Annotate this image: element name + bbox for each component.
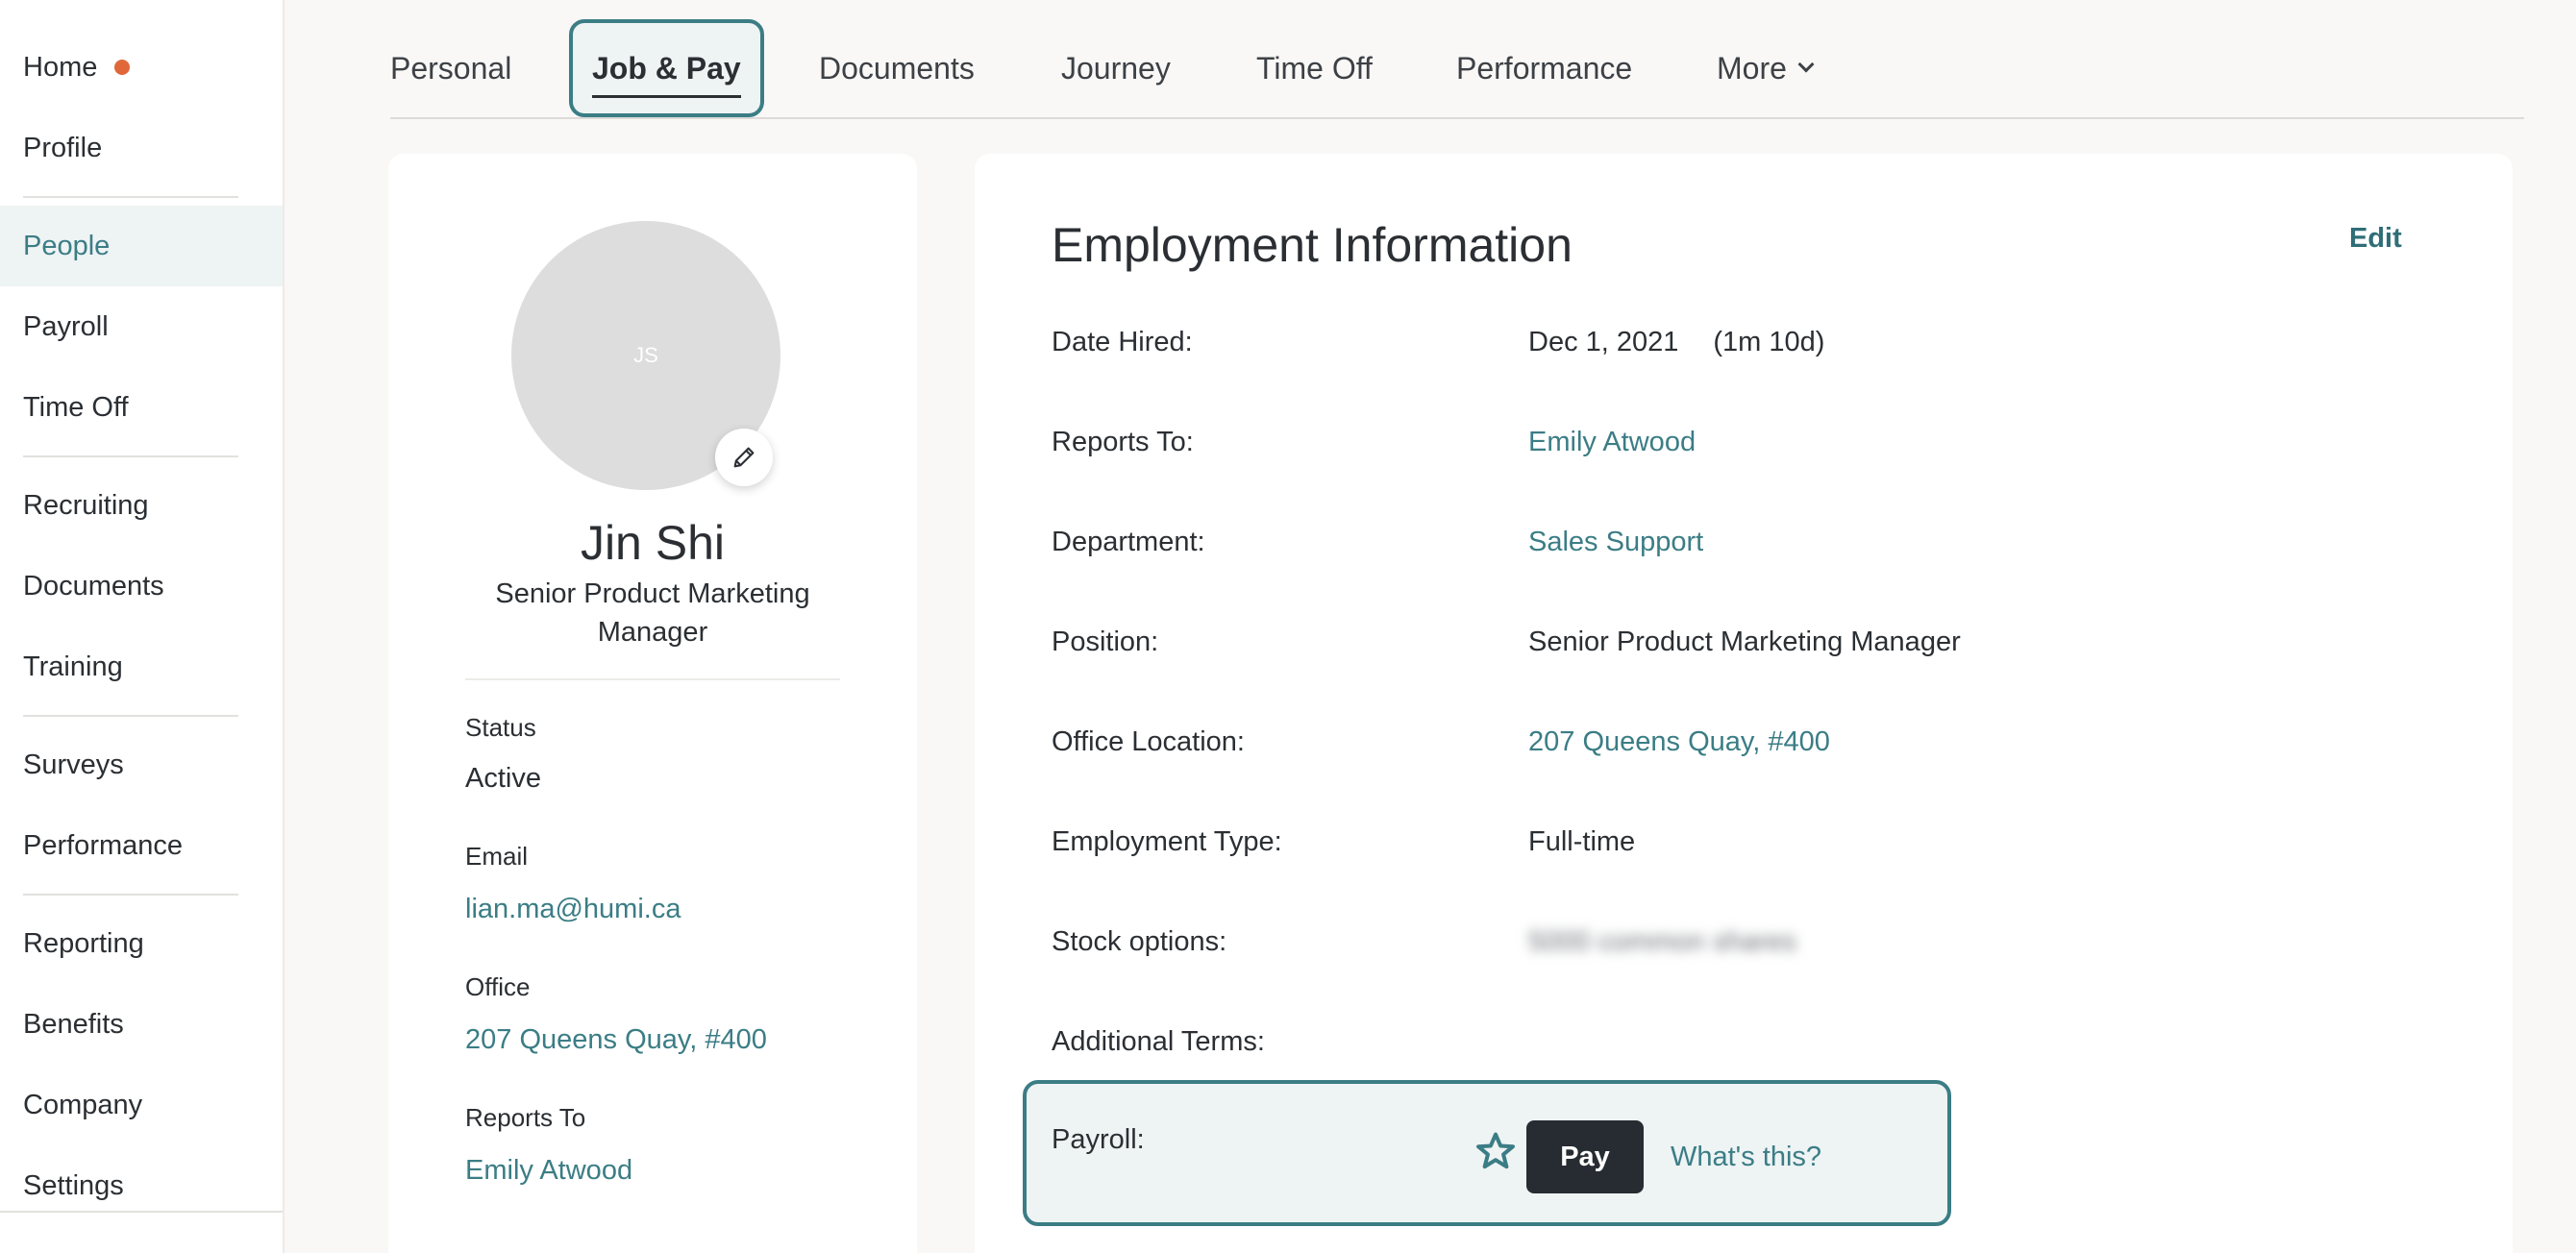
sidebar-item-documents[interactable]: Documents	[0, 546, 283, 626]
sidebar-item-settings[interactable]: Settings	[0, 1145, 283, 1226]
chevron-down-icon	[1797, 56, 1815, 73]
sidebar-item-payroll[interactable]: Payroll	[0, 286, 283, 367]
employment-type-label: Employment Type:	[1052, 826, 1282, 857]
tab-label: Documents	[819, 50, 975, 86]
sidebar-item-label: Home	[23, 51, 98, 83]
sidebar-item-people[interactable]: People	[0, 206, 283, 286]
email-link[interactable]: lian.ma@humi.ca	[465, 894, 681, 925]
payroll-highlight-box: Payroll: Pay What's this?	[1023, 1080, 1951, 1226]
sidebar-item-label: People	[23, 230, 111, 261]
sidebar-item-reporting[interactable]: Reporting	[0, 903, 283, 984]
office-location-label: Office Location:	[1052, 726, 1245, 757]
tab-personal[interactable]: Personal	[390, 19, 511, 117]
tab-label: Personal	[390, 50, 512, 86]
stock-options-label: Stock options:	[1052, 926, 1227, 957]
sidebar-divider	[0, 1211, 283, 1213]
star-icon[interactable]	[1474, 1130, 1517, 1172]
payroll-label: Payroll:	[1052, 1124, 1145, 1155]
office-label: Office	[465, 972, 531, 1001]
sidebar-item-profile[interactable]: Profile	[0, 108, 283, 188]
department-label: Department:	[1052, 527, 1205, 557]
whats-this-link[interactable]: What's this?	[1671, 1142, 1821, 1173]
sidebar-item-label: Payroll	[23, 310, 109, 342]
sidebar-item-training[interactable]: Training	[0, 626, 283, 707]
employment-information-card: Employment Information Edit Date Hired: …	[975, 154, 2513, 1253]
reports-to-label: Reports To	[465, 1103, 586, 1132]
office-link[interactable]: 207 Queens Quay, #400	[465, 1024, 767, 1056]
tab-time-off[interactable]: Time Off	[1256, 19, 1373, 117]
tab-journey[interactable]: Journey	[1061, 19, 1171, 117]
tenure-duration: (1m 10d)	[1713, 327, 1825, 357]
section-title: Employment Information	[1052, 218, 1573, 272]
tab-label: Performance	[1456, 50, 1633, 86]
sidebar-item-label: Recruiting	[23, 489, 149, 521]
date-hired-date: Dec 1, 2021	[1528, 327, 1679, 357]
sidebar-item-label: Training	[23, 651, 123, 682]
employee-name: Jin Shi	[580, 516, 726, 570]
sidebar-item-label: Time Off	[23, 391, 129, 423]
tab-performance[interactable]: Performance	[1456, 19, 1632, 117]
sidebar-item-label: Documents	[23, 570, 164, 602]
reports-to-label: Reports To:	[1052, 427, 1194, 457]
tab-documents[interactable]: Documents	[819, 19, 975, 117]
pay-button[interactable]: Pay	[1526, 1120, 1644, 1193]
sidebar-item-surveys[interactable]: Surveys	[0, 725, 283, 805]
tab-job-and-pay[interactable]: Job & Pay	[569, 19, 764, 117]
stock-options-value: 5000 common shares	[1528, 926, 1796, 957]
divider	[465, 678, 840, 680]
tab-more[interactable]: More	[1717, 19, 1815, 117]
tab-label: Job & Pay	[592, 50, 741, 86]
sidebar-item-label: Benefits	[23, 1008, 124, 1040]
additional-terms-label: Additional Terms:	[1052, 1026, 1265, 1057]
notification-dot-icon	[114, 60, 131, 75]
reports-to-link[interactable]: Emily Atwood	[1528, 427, 1696, 458]
tab-label: Time Off	[1256, 50, 1373, 86]
sidebar-item-label: Profile	[23, 132, 103, 163]
sidebar-item-label: Settings	[23, 1169, 124, 1201]
sidebar-item-performance[interactable]: Performance	[0, 805, 283, 886]
edit-button[interactable]: Edit	[2349, 223, 2402, 255]
sidebar: Home Profile People Payroll Time Off Rec…	[0, 0, 285, 1253]
profile-tabs: Personal Job & Pay Documents Journey Tim…	[390, 19, 2524, 119]
sidebar-divider	[23, 196, 238, 198]
tabs-underline	[390, 117, 2524, 119]
sidebar-item-label: Reporting	[23, 927, 144, 959]
sidebar-item-time-off[interactable]: Time Off	[0, 367, 283, 448]
tab-label: Journey	[1061, 50, 1171, 86]
sidebar-item-label: Performance	[23, 829, 184, 861]
profile-summary-card: JS Jin Shi Senior Product Marketing Mana…	[388, 154, 917, 1253]
employment-type-value: Full-time	[1528, 826, 1636, 857]
department-link[interactable]: Sales Support	[1528, 527, 1703, 558]
email-label: Email	[465, 842, 529, 871]
sidebar-divider	[23, 455, 238, 457]
employee-title: Senior Product Marketing Manager	[495, 578, 810, 648]
tab-label: More	[1717, 50, 1787, 86]
sidebar-item-recruiting[interactable]: Recruiting	[0, 465, 283, 546]
date-hired-value: Dec 1, 2021 (1m 10d)	[1528, 327, 1824, 358]
sidebar-item-company[interactable]: Company	[0, 1065, 283, 1145]
position-label: Position:	[1052, 626, 1159, 657]
sidebar-item-label: Surveys	[23, 749, 124, 780]
sidebar-divider	[23, 715, 238, 717]
sidebar-item-home[interactable]: Home	[0, 27, 283, 108]
sidebar-divider	[23, 894, 238, 896]
status-label: Status	[465, 713, 536, 742]
position-value: Senior Product Marketing Manager	[1528, 626, 1961, 657]
edit-avatar-button[interactable]	[715, 429, 773, 486]
sidebar-item-benefits[interactable]: Benefits	[0, 984, 283, 1065]
pencil-icon	[733, 447, 755, 468]
status-value: Active	[465, 763, 541, 794]
reports-to-link[interactable]: Emily Atwood	[465, 1155, 632, 1187]
avatar-initials: JS	[633, 343, 658, 367]
office-location-link[interactable]: 207 Queens Quay, #400	[1528, 726, 1830, 758]
date-hired-label: Date Hired:	[1052, 327, 1193, 357]
sidebar-item-label: Company	[23, 1089, 143, 1120]
